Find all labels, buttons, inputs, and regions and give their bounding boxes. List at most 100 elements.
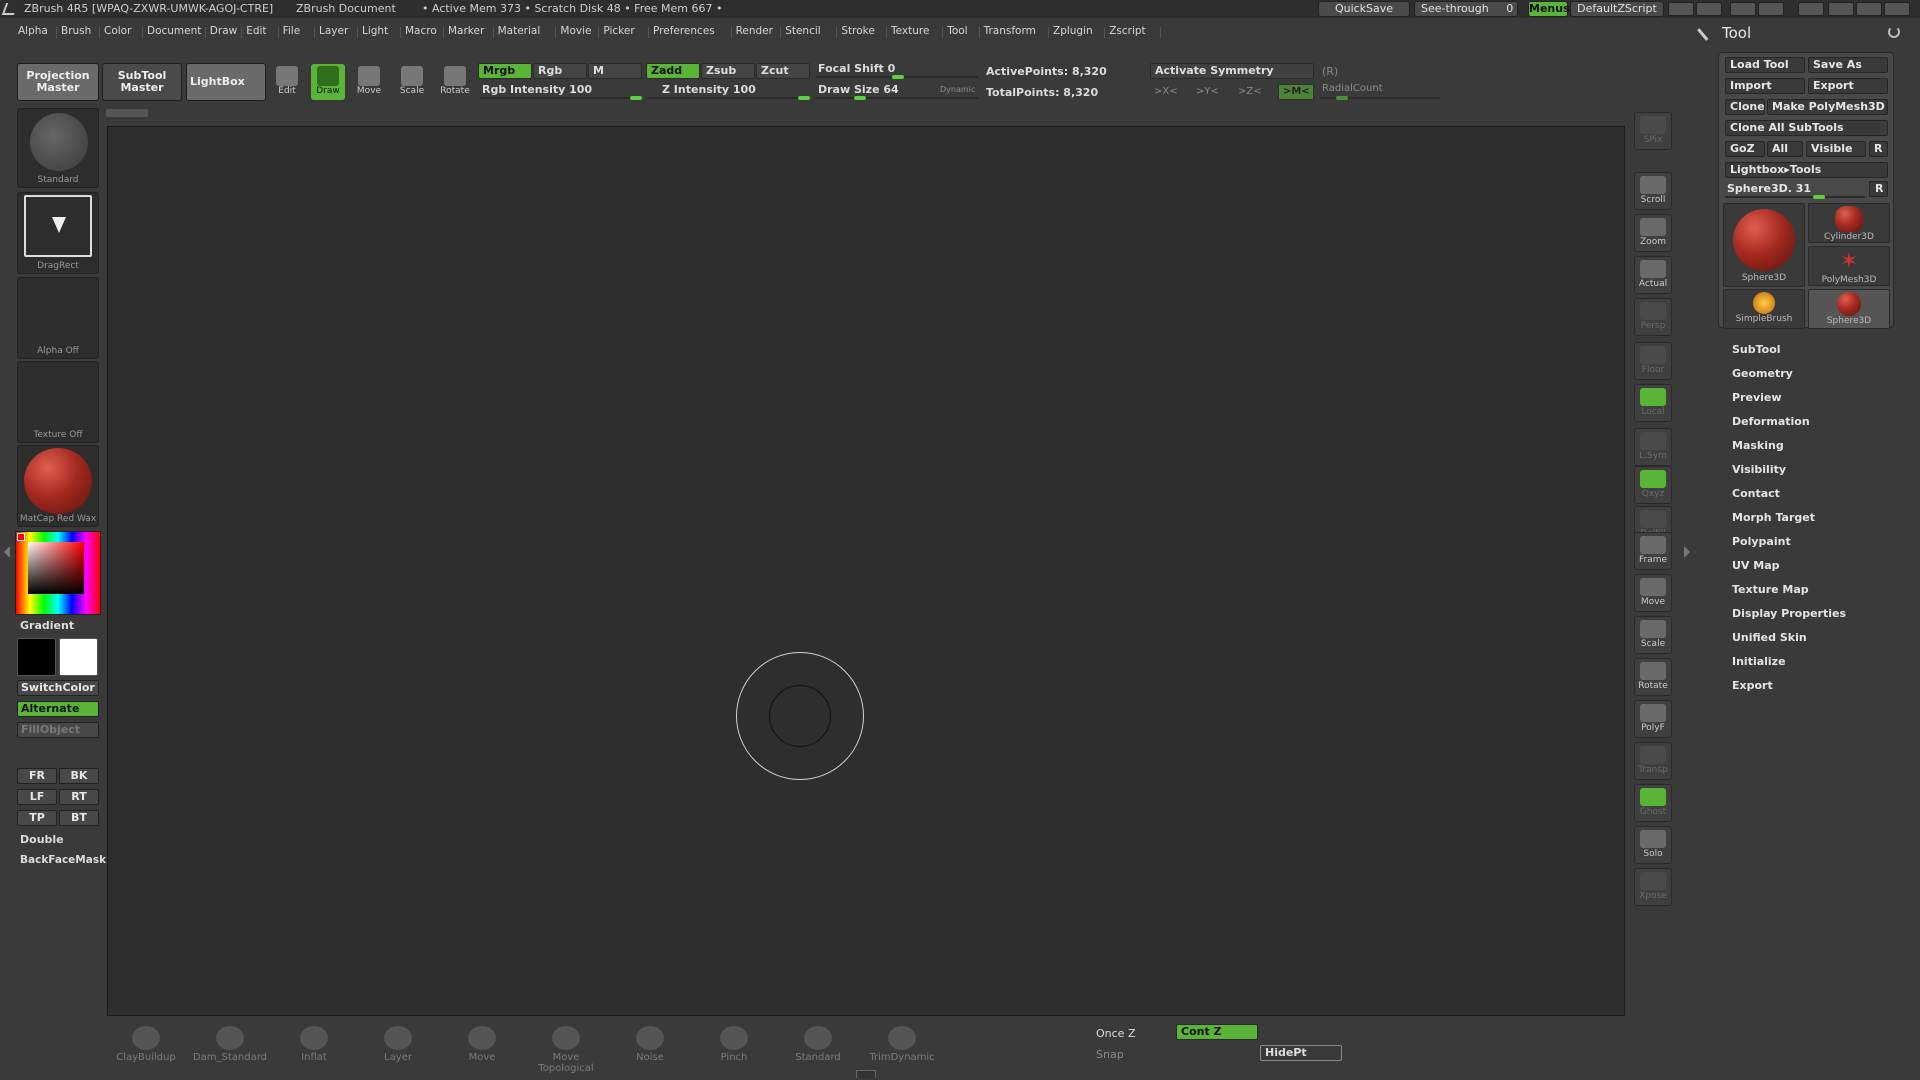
menu-stencil[interactable]: Stencil bbox=[785, 25, 821, 37]
default-zscript-button[interactable]: DefaultZScript bbox=[1570, 1, 1664, 17]
document-canvas[interactable] bbox=[107, 126, 1625, 1016]
radial-count-knob[interactable] bbox=[1336, 96, 1348, 100]
radial-count-slider[interactable]: RadialCount bbox=[1322, 83, 1383, 94]
backface-mask-toggle[interactable]: BackFaceMask bbox=[20, 854, 106, 866]
menu-material[interactable]: Material bbox=[498, 25, 541, 37]
see-through-slider[interactable]: See-through 0 bbox=[1414, 1, 1518, 17]
menu-transform[interactable]: Transform bbox=[984, 25, 1036, 37]
view-frame-button[interactable]: Frame bbox=[1634, 532, 1672, 570]
secondary-color-swatch[interactable] bbox=[59, 638, 98, 676]
z-intensity-knob[interactable] bbox=[798, 96, 810, 100]
tool-section-subtool[interactable]: SubTool bbox=[1732, 343, 1781, 356]
sym-m-toggle[interactable]: >M< bbox=[1278, 84, 1314, 100]
subtool-master-button[interactable]: SubTool Master bbox=[102, 63, 182, 101]
view-scale-button[interactable]: Scale bbox=[1634, 616, 1672, 654]
mode-edit-button[interactable]: Edit bbox=[270, 64, 304, 100]
brush-slot-layer[interactable]: Layer bbox=[356, 1022, 440, 1066]
current-tool-slider[interactable]: Sphere3D. 31 bbox=[1727, 182, 1811, 195]
switch-color-button[interactable]: SwitchColor bbox=[17, 680, 99, 696]
alternate-button[interactable]: Alternate bbox=[17, 701, 99, 717]
mode-move-button[interactable]: Move bbox=[352, 64, 386, 100]
sym-x-toggle[interactable]: >X< bbox=[1154, 86, 1178, 97]
view-transp-button[interactable]: Transp bbox=[1634, 742, 1672, 780]
view-rt-button[interactable]: RT bbox=[59, 789, 99, 805]
goz-all-button[interactable]: All bbox=[1767, 141, 1803, 157]
lightbox-button[interactable]: LightBox bbox=[186, 63, 266, 101]
main-color-swatch[interactable] bbox=[17, 638, 56, 676]
view-tp-button[interactable]: TP bbox=[17, 810, 57, 826]
view-scroll-button[interactable]: Scroll bbox=[1634, 172, 1672, 210]
layout-a-icon[interactable] bbox=[1730, 2, 1756, 16]
goz-r-button[interactable]: R bbox=[1869, 141, 1888, 157]
color-square[interactable] bbox=[28, 542, 84, 594]
double-toggle[interactable]: Double bbox=[20, 833, 64, 846]
quicksave-button[interactable]: QuickSave bbox=[1318, 1, 1410, 17]
cont-z-toggle[interactable]: Cont Z bbox=[1176, 1024, 1258, 1040]
snap-toggle[interactable]: Snap bbox=[1096, 1048, 1124, 1061]
menu-zplugin[interactable]: Zplugin bbox=[1053, 25, 1093, 37]
layout-b-icon[interactable] bbox=[1758, 2, 1784, 16]
menu-stroke[interactable]: Stroke bbox=[841, 25, 874, 37]
alpha-thumbnail[interactable]: Alpha Off bbox=[17, 277, 99, 359]
view-floor-button[interactable]: Floor bbox=[1634, 342, 1672, 380]
mode-draw-button[interactable]: Draw bbox=[311, 64, 345, 100]
view-polyf-button[interactable]: PolyF bbox=[1634, 700, 1672, 738]
view-rotate-button[interactable]: Rotate bbox=[1634, 658, 1672, 696]
tool-section-unified-skin[interactable]: Unified Skin bbox=[1732, 631, 1807, 644]
z-intensity-track[interactable] bbox=[648, 97, 810, 99]
menu-movie[interactable]: Movie bbox=[560, 25, 591, 37]
menu-file[interactable]: File bbox=[283, 25, 301, 37]
rgb-intensity-knob[interactable] bbox=[630, 96, 642, 100]
tool-thumb-cylinder3d[interactable]: Cylinder3D bbox=[1808, 203, 1890, 243]
draw-size-slider[interactable]: Draw Size 64 bbox=[818, 83, 899, 96]
view-solo-button[interactable]: Solo bbox=[1634, 826, 1672, 864]
z-intensity-slider[interactable]: Z Intensity 100 bbox=[662, 83, 756, 96]
tool-thumb-simplebrush[interactable]: SimpleBrush bbox=[1723, 289, 1805, 329]
focal-shift-knob[interactable] bbox=[892, 75, 904, 79]
mode-scale-button[interactable]: Scale bbox=[395, 64, 429, 100]
tool-section-geometry[interactable]: Geometry bbox=[1732, 367, 1793, 380]
tool-section-preview[interactable]: Preview bbox=[1732, 391, 1782, 404]
menu-picker[interactable]: Picker bbox=[603, 25, 634, 37]
view-xpose-button[interactable]: Xpose bbox=[1634, 868, 1672, 906]
fill-object-button[interactable]: FillObject bbox=[17, 722, 99, 738]
current-tool-track[interactable] bbox=[1725, 196, 1865, 198]
tool-r-button[interactable]: R bbox=[1869, 181, 1888, 197]
menu-brush[interactable]: Brush bbox=[61, 25, 91, 37]
menu-layer[interactable]: Layer bbox=[319, 25, 348, 37]
m-toggle[interactable]: M bbox=[588, 63, 642, 79]
close-icon[interactable] bbox=[1884, 2, 1910, 16]
layout-left-icon[interactable] bbox=[1668, 2, 1694, 16]
mrgb-toggle[interactable]: Mrgb bbox=[478, 63, 532, 79]
menu-edit[interactable]: Edit bbox=[246, 25, 266, 37]
view-bk-button[interactable]: BK bbox=[59, 768, 99, 784]
tool-section-polypaint[interactable]: Polypaint bbox=[1732, 535, 1791, 548]
tool-thumb-sphere3d-main[interactable]: Sphere3D bbox=[1723, 203, 1805, 287]
draw-size-knob[interactable] bbox=[854, 96, 866, 100]
zsub-toggle[interactable]: Zsub bbox=[701, 63, 755, 79]
goz-visible-button[interactable]: Visible bbox=[1806, 141, 1866, 157]
menu-document[interactable]: Document bbox=[147, 25, 201, 37]
menus-button[interactable]: Menus bbox=[1528, 1, 1570, 17]
save-as-button[interactable]: Save As bbox=[1808, 57, 1888, 73]
view-lf-button[interactable]: LF bbox=[17, 789, 57, 805]
menu-tool[interactable]: Tool bbox=[947, 25, 967, 37]
menu-draw[interactable]: Draw bbox=[210, 25, 237, 37]
brush-slot-inflat[interactable]: Inflat bbox=[272, 1022, 356, 1066]
view-bt-button[interactable]: BT bbox=[59, 810, 99, 826]
focal-shift-slider[interactable]: Focal Shift 0 bbox=[818, 62, 895, 75]
load-tool-button[interactable]: Load Tool bbox=[1725, 57, 1805, 73]
texture-thumbnail[interactable]: Texture Off bbox=[17, 361, 99, 443]
gradient-label[interactable]: Gradient bbox=[20, 619, 74, 632]
menu-render[interactable]: Render bbox=[736, 25, 773, 37]
dynamic-toggle[interactable]: Dynamic bbox=[940, 85, 975, 94]
maximize-icon[interactable] bbox=[1856, 2, 1882, 16]
view-move-button[interactable]: Move bbox=[1634, 574, 1672, 612]
tool-section-export[interactable]: Export bbox=[1732, 679, 1773, 692]
brush-slot-pinch[interactable]: Pinch bbox=[692, 1022, 776, 1066]
menu-alpha[interactable]: Alpha bbox=[18, 25, 48, 37]
view-lsym-button[interactable]: L.Sym bbox=[1634, 428, 1672, 466]
view-local-button[interactable]: Local bbox=[1634, 384, 1672, 422]
once-z-toggle[interactable]: Once Z bbox=[1096, 1027, 1135, 1040]
tool-section-deformation[interactable]: Deformation bbox=[1732, 415, 1810, 428]
